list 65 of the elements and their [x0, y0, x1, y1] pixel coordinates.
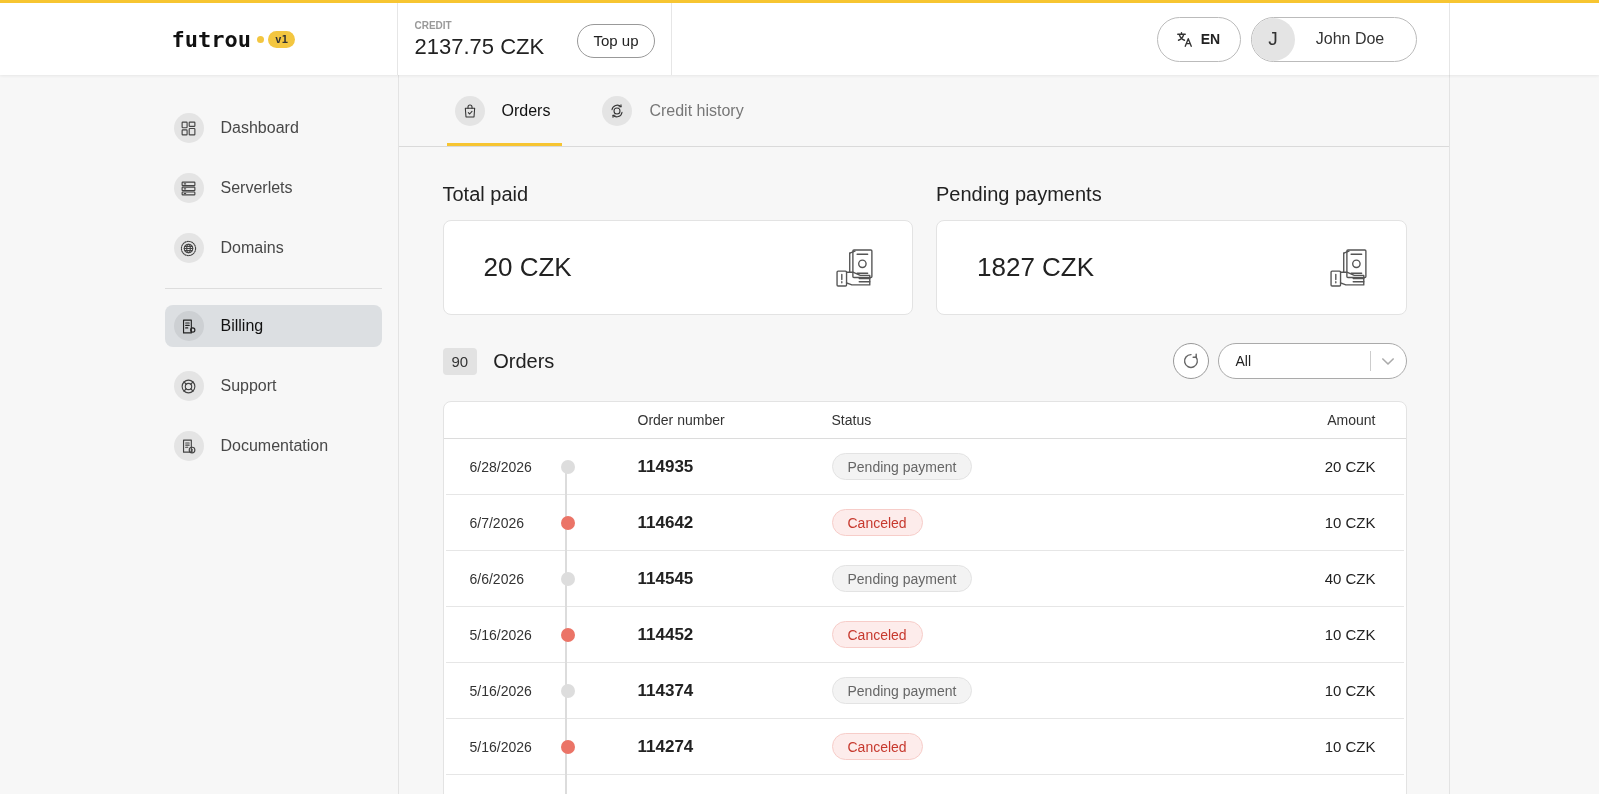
section-title: Orders	[493, 349, 555, 373]
cash-in-hand-icon	[1329, 248, 1368, 287]
column-header: Order number	[637, 412, 726, 428]
column-header: Status	[831, 412, 873, 428]
order-amount: 10 CZK	[1323, 738, 1376, 755]
shopping-bag-check-icon	[454, 95, 485, 126]
credit-amount: 2137.75 CZK	[414, 34, 545, 60]
version-tag: v1	[268, 30, 296, 48]
sidebar-item[interactable]: Dashboard	[164, 107, 382, 149]
language-button[interactable]: EN	[1156, 16, 1241, 62]
column-header: Amount	[1326, 412, 1376, 428]
order-date: 6/6/2026	[469, 570, 525, 587]
sidebar-item[interactable]: Billing	[164, 305, 382, 347]
orders-count: 90	[442, 347, 478, 375]
order-date: 5/16/2026	[469, 682, 533, 699]
logo[interactable]: futrou	[171, 26, 251, 52]
server-stack-icon	[173, 173, 204, 203]
sidebar-item[interactable]: Support	[164, 365, 382, 407]
translate-icon	[1176, 31, 1192, 47]
status-badge: Pending payment	[831, 565, 973, 592]
document-info-icon	[173, 431, 204, 461]
order-amount: 40 CZK	[1323, 570, 1376, 587]
order-number[interactable]: 114642	[637, 512, 694, 533]
order-amount: 10 CZK	[1323, 682, 1376, 699]
dashboard-icon	[173, 113, 204, 143]
refresh-icon	[1182, 353, 1199, 369]
order-amount: 20 CZK	[1323, 458, 1376, 475]
status-badge: Canceled	[831, 733, 923, 760]
dot-icon	[257, 35, 264, 43]
coin-arrows-icon	[602, 95, 633, 126]
status-filter-select[interactable]: All	[1217, 343, 1407, 379]
order-date: 6/7/2026	[469, 514, 525, 531]
lifebuoy-icon	[173, 371, 204, 401]
order-number[interactable]: 114935	[637, 456, 694, 477]
order-date: 5/16/2026	[469, 626, 533, 643]
summary-value: 1827 CZK	[977, 252, 1095, 283]
tab[interactable]: Orders	[446, 75, 563, 146]
order-date: 5/16/2026	[469, 738, 533, 755]
order-date: 6/28/2026	[469, 458, 533, 475]
order-amount: 10 CZK	[1323, 514, 1376, 531]
order-number[interactable]: 114452	[637, 624, 694, 645]
summary-value: 20 CZK	[483, 252, 572, 283]
user-avatar: J	[1251, 17, 1295, 61]
order-number[interactable]: 114274	[637, 736, 694, 757]
summary-title: Total paid	[442, 183, 530, 206]
summary-title: Pending payments	[936, 183, 1103, 206]
status-badge: Pending payment	[831, 677, 973, 704]
sidebar-item[interactable]: Serverlets	[164, 167, 382, 209]
sidebar-item[interactable]: Domains	[164, 227, 382, 269]
order-number[interactable]: 114374	[637, 680, 694, 701]
refresh-button[interactable]	[1172, 343, 1209, 379]
order-number[interactable]: 114545	[637, 568, 694, 589]
user-menu-button[interactable]: J John Doe	[1250, 16, 1417, 62]
status-badge: Canceled	[831, 621, 923, 648]
globe-icon	[173, 233, 204, 263]
sidebar-item[interactable]: Documentation	[164, 425, 382, 467]
order-amount: 10 CZK	[1323, 626, 1376, 643]
credit-label: CREDIT	[414, 20, 453, 31]
chevron-down-icon	[1381, 357, 1394, 365]
cash-in-hand-icon	[836, 248, 874, 287]
invoice-icon	[173, 311, 204, 341]
tab[interactable]: Credit history	[594, 75, 756, 146]
top-up-button[interactable]: Top up	[577, 23, 655, 58]
status-badge: Canceled	[831, 509, 923, 536]
status-badge: Pending payment	[831, 453, 973, 480]
